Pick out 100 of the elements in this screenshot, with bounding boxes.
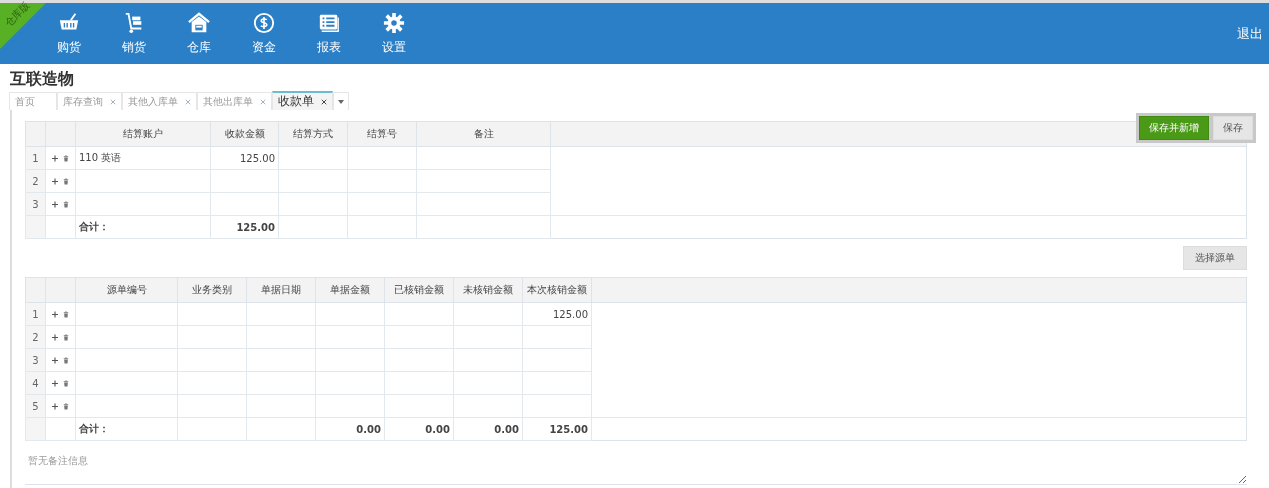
table-cell[interactable]: [416, 169, 551, 193]
table-cell[interactable]: [315, 302, 385, 326]
row-number: 3: [25, 348, 46, 372]
tab[interactable]: 其他入库单: [122, 92, 197, 110]
trash-icon[interactable]: [63, 310, 69, 318]
trash-icon[interactable]: [63, 177, 69, 185]
table-cell[interactable]: [246, 348, 316, 372]
table-cell[interactable]: [315, 325, 385, 349]
table-cell[interactable]: [177, 371, 247, 395]
table-cell[interactable]: [75, 169, 211, 193]
row-number: 2: [25, 169, 46, 193]
logout-link[interactable]: 退出: [1237, 24, 1263, 43]
table-cell[interactable]: [210, 192, 279, 216]
trash-icon[interactable]: [63, 402, 69, 410]
table-cell[interactable]: [246, 371, 316, 395]
row-number: 3: [25, 192, 46, 216]
add-row-icon[interactable]: [52, 200, 58, 208]
table-cell[interactable]: [75, 371, 178, 395]
add-row-icon[interactable]: [52, 333, 58, 341]
table-cell[interactable]: [522, 348, 592, 372]
table-cell[interactable]: [315, 394, 385, 418]
column-header: 备注: [416, 121, 551, 147]
table-cell[interactable]: [347, 146, 417, 170]
save-and-new-button[interactable]: 保存并新增: [1139, 116, 1209, 140]
table-cell[interactable]: [246, 325, 316, 349]
table-cell[interactable]: [453, 325, 523, 349]
table-cell[interactable]: [453, 394, 523, 418]
table-cell[interactable]: [75, 302, 178, 326]
nav-item[interactable]: 报表: [296, 11, 361, 56]
table-cell[interactable]: [384, 348, 454, 372]
company-name: 互联造物: [9, 68, 75, 90]
table-cell[interactable]: [522, 325, 592, 349]
add-row-icon[interactable]: [52, 154, 58, 162]
table-cell[interactable]: [347, 192, 417, 216]
nav-item[interactable]: 仓库: [166, 11, 231, 56]
add-row-icon[interactable]: [52, 310, 58, 318]
trash-icon[interactable]: [63, 200, 69, 208]
table-cell[interactable]: [177, 394, 247, 418]
add-row-icon[interactable]: [52, 177, 58, 185]
add-row-icon[interactable]: [52, 356, 58, 364]
table-cell[interactable]: [246, 302, 316, 326]
total-cell: 0.00: [384, 417, 454, 441]
total-cell: [246, 417, 316, 441]
nav-item[interactable]: 销货: [101, 11, 166, 56]
table-cell[interactable]: [416, 192, 551, 216]
table-cell[interactable]: [453, 302, 523, 326]
table-cell[interactable]: 125.00: [522, 302, 592, 326]
add-row-icon[interactable]: [52, 402, 58, 410]
table-cell[interactable]: [384, 394, 454, 418]
tab-menu-button[interactable]: [333, 92, 349, 110]
total-cell: [278, 215, 348, 239]
add-row-icon[interactable]: [52, 379, 58, 387]
nav-item[interactable]: 设置: [361, 11, 426, 56]
tab[interactable]: 收款单: [272, 91, 333, 110]
table-cell[interactable]: [75, 348, 178, 372]
table-cell[interactable]: [453, 348, 523, 372]
save-button[interactable]: 保存: [1213, 116, 1253, 140]
table-cell[interactable]: [347, 169, 417, 193]
table-cell[interactable]: [384, 302, 454, 326]
settings-icon: [382, 11, 405, 34]
table-cell[interactable]: [384, 371, 454, 395]
trash-icon[interactable]: [63, 154, 69, 162]
table-cell[interactable]: [177, 325, 247, 349]
total-cell: 0.00: [453, 417, 523, 441]
table-cell[interactable]: [75, 325, 178, 349]
trash-icon[interactable]: [63, 356, 69, 364]
table-cell[interactable]: [522, 371, 592, 395]
table-cell[interactable]: [246, 394, 316, 418]
column-header: 单据金额: [315, 277, 385, 303]
total-cell: [347, 215, 417, 239]
table-cell[interactable]: [384, 325, 454, 349]
column-header: 业务类别: [177, 277, 247, 303]
table-cell[interactable]: [210, 169, 279, 193]
table-cell[interactable]: 125.00: [210, 146, 279, 170]
tab[interactable]: 库存查询: [57, 92, 122, 110]
table-cell[interactable]: [278, 146, 348, 170]
caret-icon: [338, 99, 344, 104]
nav-item[interactable]: 资金: [231, 11, 296, 56]
table-cell[interactable]: [75, 394, 178, 418]
table-cell[interactable]: [453, 371, 523, 395]
table-cell[interactable]: [315, 371, 385, 395]
table-cell[interactable]: [278, 169, 348, 193]
table-cell[interactable]: [278, 192, 348, 216]
table-cell[interactable]: [177, 302, 247, 326]
select-source-button[interactable]: 选择源单: [1183, 246, 1247, 270]
table-cell[interactable]: [177, 348, 247, 372]
close-icon[interactable]: [321, 98, 327, 105]
trash-icon[interactable]: [63, 379, 69, 387]
nav-item[interactable]: 购货: [36, 11, 101, 56]
trash-icon[interactable]: [63, 333, 69, 341]
table-cell[interactable]: [75, 192, 211, 216]
row-number: 1: [25, 146, 46, 170]
row-number: 4: [25, 371, 46, 395]
table-cell[interactable]: 110 英语: [75, 146, 211, 170]
table-cell[interactable]: [522, 394, 592, 418]
total-cell: 125.00: [522, 417, 592, 441]
table-cell[interactable]: [416, 146, 551, 170]
total-cell: [177, 417, 247, 441]
tab[interactable]: 首页: [9, 92, 57, 110]
table-cell[interactable]: [315, 348, 385, 372]
